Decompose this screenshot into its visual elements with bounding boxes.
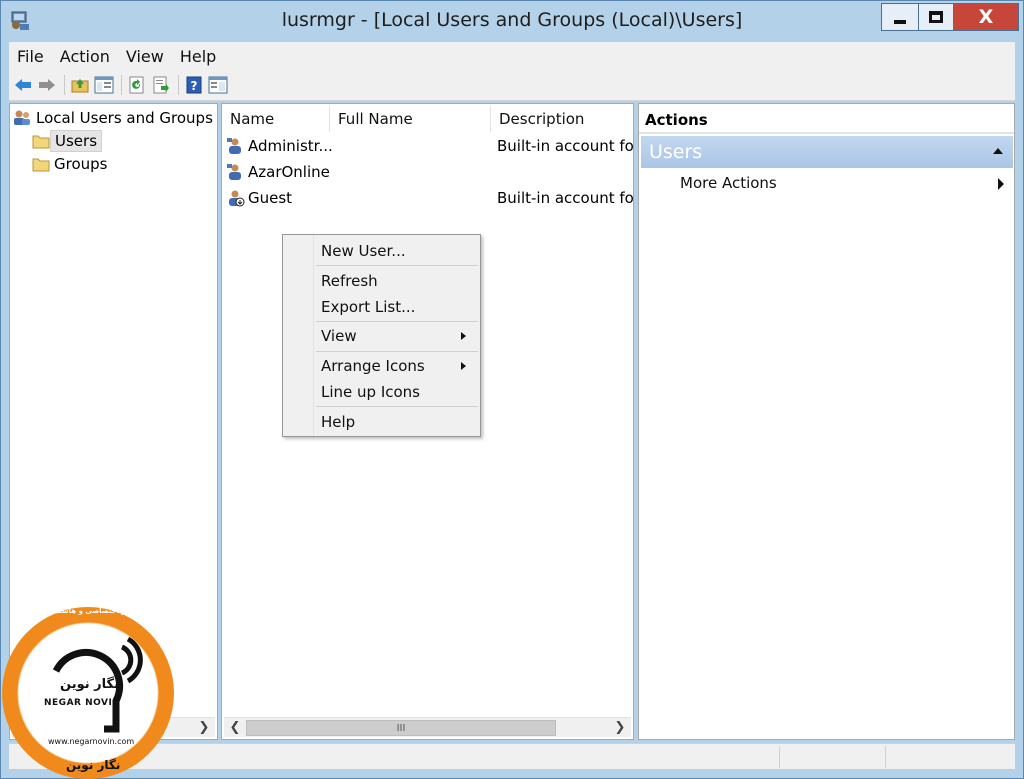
user-name: Guest	[248, 189, 293, 207]
negar-novin-watermark-badge: نگار نوین NEGAR NOVIN www.negarnovin.com…	[0, 601, 180, 779]
user-icon	[227, 164, 241, 180]
export-list-button[interactable]	[150, 74, 172, 96]
folder-icon	[32, 135, 50, 149]
show-hide-action-pane-icon	[208, 76, 228, 94]
forward-button[interactable]	[36, 74, 58, 96]
column-header-name[interactable]: Name	[222, 106, 330, 132]
menu-file[interactable]: File	[17, 47, 44, 66]
submenu-arrow-icon	[998, 178, 1004, 190]
menu-item-view[interactable]: View	[321, 325, 357, 347]
watermark-url: www.negarnovin.com	[48, 737, 135, 746]
submenu-arrow-icon	[461, 362, 466, 370]
menu-view[interactable]: View	[126, 47, 164, 66]
minimize-icon	[894, 20, 906, 24]
show-hide-tree-button[interactable]	[93, 74, 115, 96]
maximize-icon	[929, 11, 943, 23]
up-one-level-button[interactable]	[69, 74, 91, 96]
tree-item-groups[interactable]: Groups	[32, 153, 111, 175]
list-item-user[interactable]: Administr...	[226, 134, 333, 158]
refresh-button[interactable]	[126, 74, 148, 96]
toolbar: ?	[9, 70, 1015, 101]
list-horizontal-scrollbar[interactable]: ❮ III ❯	[224, 717, 631, 737]
scroll-right-icon[interactable]: ❯	[195, 719, 213, 737]
more-actions-item[interactable]: More Actions	[680, 174, 777, 192]
refresh-icon	[129, 76, 144, 94]
actions-group-label: Users	[649, 141, 703, 163]
menu-item-help[interactable]: Help	[321, 411, 355, 433]
toolbar-separator	[178, 75, 179, 95]
watermark-footer-fa: نگار نوین	[66, 758, 121, 772]
user-description: Built-in account for	[497, 137, 634, 155]
menu-item-arrange-icons[interactable]: Arrange Icons	[321, 355, 425, 377]
help-icon: ?	[186, 76, 202, 94]
watermark-tagline-fa: سرور مجازی و اختصاصی و هاستینگ	[46, 607, 173, 615]
user-name: Administr...	[248, 137, 333, 155]
watermark-brand-fa: نگار نوین	[60, 677, 119, 692]
computer-management-icon	[11, 11, 29, 30]
menu-item-line-up-icons[interactable]: Line up Icons	[321, 381, 420, 403]
folder-icon	[32, 158, 50, 172]
minimize-button[interactable]	[881, 3, 919, 31]
local-users-and-groups-icon	[14, 110, 30, 125]
status-cell	[885, 746, 1015, 768]
tree-item-users[interactable]: Users	[32, 130, 103, 152]
menu-item-export-list[interactable]: Export List...	[321, 296, 415, 318]
list-item-user[interactable]: AzarOnline	[226, 160, 330, 184]
show-hide-action-pane-button[interactable]	[207, 74, 229, 96]
up-folder-icon	[71, 79, 89, 93]
window-title: lusrmgr - [Local Users and Groups (Local…	[281, 9, 743, 31]
column-header-full-name[interactable]: Full Name	[330, 106, 491, 132]
scroll-right-icon[interactable]: ❯	[611, 719, 629, 737]
user-description: Built-in account for	[497, 189, 634, 207]
close-button[interactable]: X	[953, 3, 1019, 31]
column-header-description[interactable]: Description	[491, 106, 633, 132]
title-bar: lusrmgr - [Local Users and Groups (Local…	[1, 1, 1023, 41]
menu-separator	[316, 321, 478, 322]
actions-title: Actions	[639, 104, 1014, 134]
menu-bar: File Action View Help	[9, 42, 1015, 70]
export-list-icon	[153, 76, 169, 94]
collapse-up-icon[interactable]	[993, 148, 1003, 154]
help-button[interactable]: ?	[183, 74, 205, 96]
context-menu: New User... Refresh Export List... View …	[282, 234, 481, 437]
toolbar-separator	[64, 75, 65, 95]
show-hide-tree-icon	[94, 76, 114, 94]
tree-item-groups-label: Groups	[54, 155, 108, 173]
menu-help[interactable]: Help	[180, 47, 216, 66]
menu-item-refresh[interactable]: Refresh	[321, 270, 378, 292]
tree-item-users-label: Users	[50, 130, 103, 152]
user-icon	[227, 138, 241, 154]
menu-action[interactable]: Action	[60, 47, 110, 66]
back-icon	[15, 79, 31, 91]
disabled-user-icon	[229, 190, 245, 207]
menu-separator	[316, 265, 478, 266]
actions-group-users[interactable]: Users	[641, 136, 1013, 168]
user-name: AzarOnline	[248, 163, 330, 181]
tree-root-local-users-and-groups[interactable]: Local Users and Groups (L	[12, 107, 218, 129]
svg-text:?: ?	[191, 79, 198, 93]
scrollbar-thumb[interactable]: III	[246, 720, 556, 736]
menu-separator	[316, 406, 478, 407]
menu-gutter	[313, 235, 314, 436]
tree-root-label: Local Users and Groups (L	[36, 109, 218, 127]
back-button[interactable]	[12, 74, 34, 96]
maximize-button[interactable]	[918, 3, 954, 31]
toolbar-separator	[121, 75, 122, 95]
scroll-left-icon[interactable]: ❮	[226, 719, 244, 737]
menu-item-new-user[interactable]: New User...	[321, 240, 406, 262]
forward-icon	[39, 79, 55, 91]
watermark-brand-en: NEGAR NOVIN	[44, 698, 121, 708]
list-item-user[interactable]: Guest	[226, 186, 292, 210]
actions-pane: Actions Users More Actions	[638, 103, 1015, 740]
scrollbar-grip: III	[396, 722, 406, 734]
close-icon: X	[978, 5, 994, 28]
submenu-arrow-icon	[461, 332, 466, 340]
menu-separator	[316, 351, 478, 352]
